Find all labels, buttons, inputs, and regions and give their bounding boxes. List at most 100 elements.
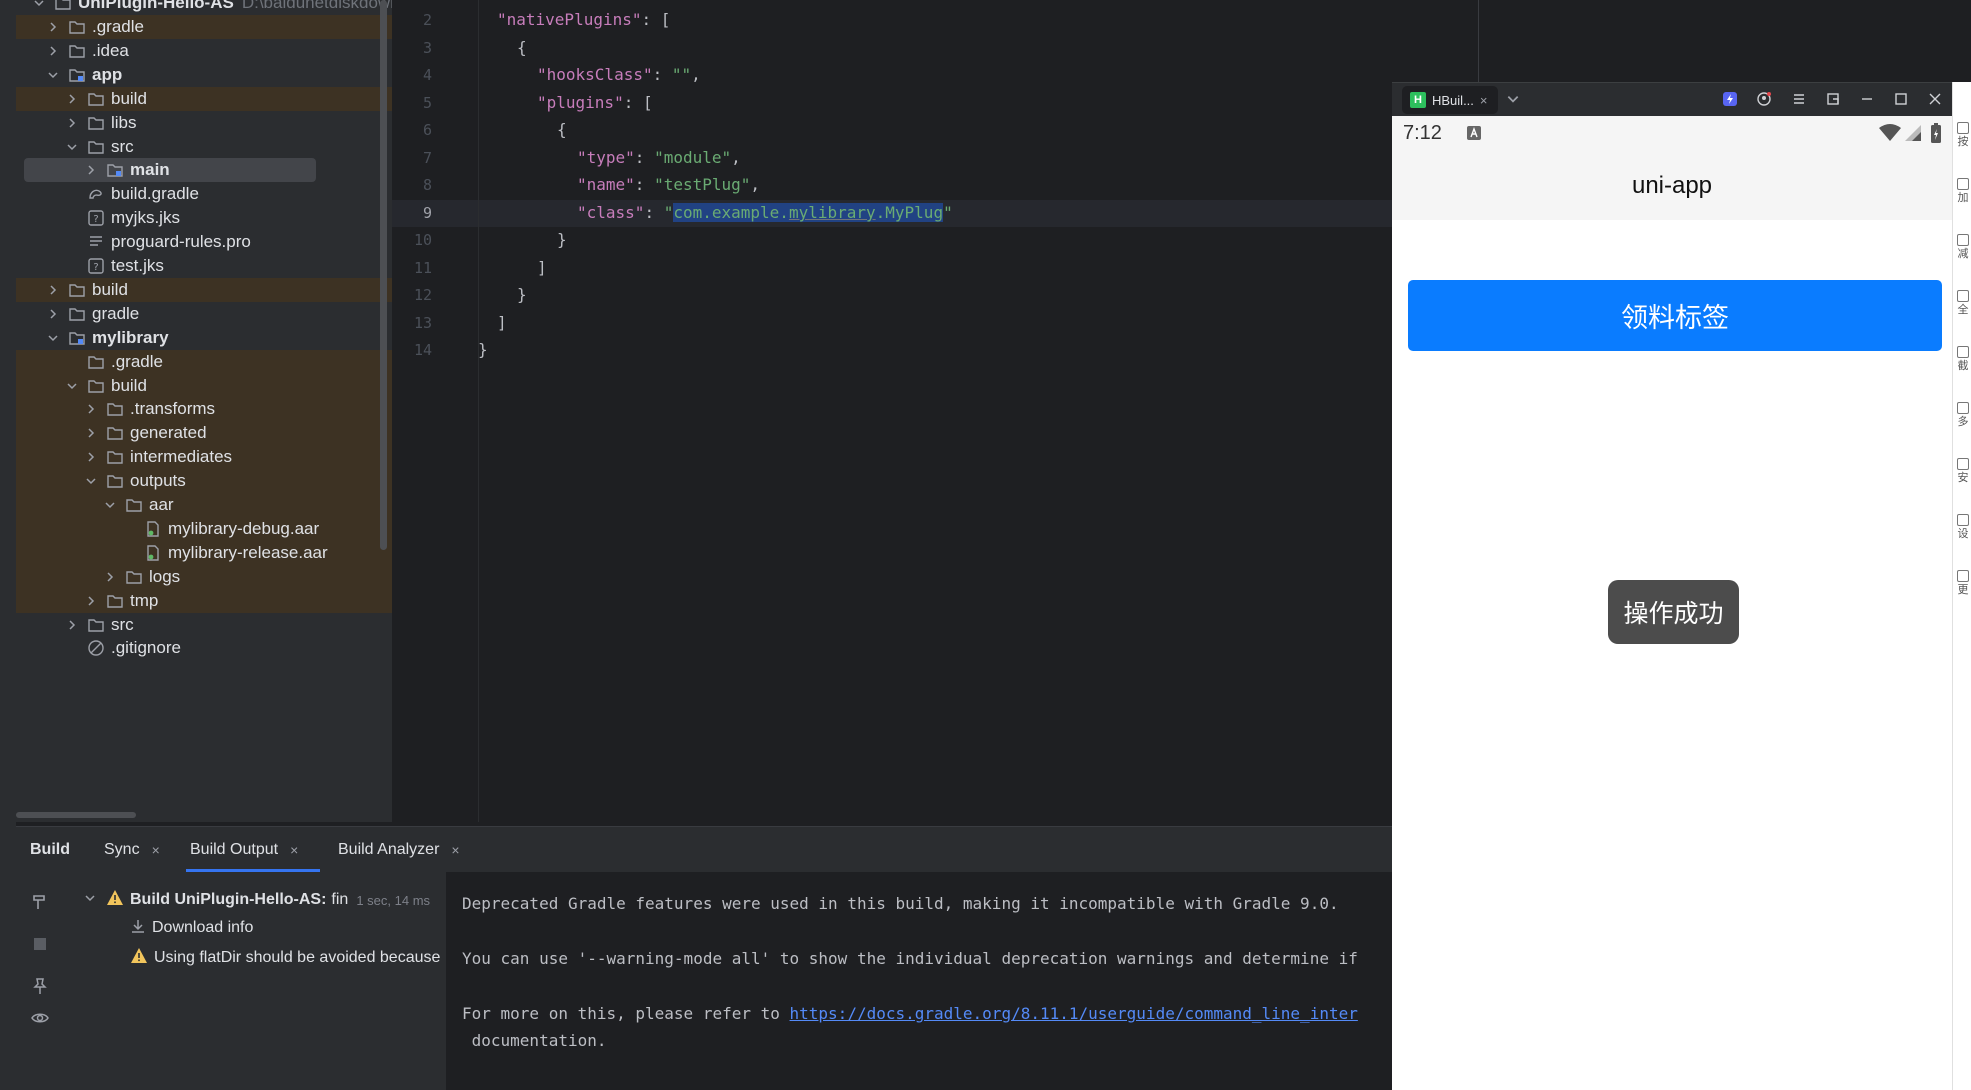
build-tree-root[interactable]: Build UniPlugin-Hello-AS: fin 1 sec, 14 … [84, 886, 430, 914]
minimize-icon[interactable] [1858, 90, 1876, 108]
chevron-down-icon[interactable] [84, 891, 98, 909]
close-icon[interactable]: × [1480, 93, 1488, 108]
code-line-14[interactable]: } [478, 340, 488, 359]
tree-item[interactable]: tmp [16, 588, 392, 613]
chevron-right-icon[interactable] [65, 92, 79, 106]
tree-item[interactable]: build [16, 373, 392, 398]
tree-item[interactable]: build [16, 277, 392, 302]
chevron-down-icon[interactable] [84, 474, 98, 488]
tree-item[interactable]: src [16, 135, 392, 159]
build-tree[interactable]: Build UniPlugin-Hello-AS: fin 1 sec, 14 … [56, 872, 446, 1090]
chevron-down-icon[interactable] [32, 0, 46, 10]
chevron-right-icon[interactable] [65, 618, 79, 632]
chevron-down-icon[interactable] [46, 68, 60, 82]
chevron-right-icon[interactable] [84, 402, 98, 416]
close-icon[interactable]: × [451, 842, 459, 858]
project-tree[interactable]: UniPlugin-Hello-AS D:\baidunetdiskdown .… [16, 0, 392, 822]
material-label-button[interactable]: 领料标签 [1408, 280, 1942, 351]
chevron-right-icon[interactable] [46, 20, 60, 34]
tree-item[interactable]: proguard-rules.pro [16, 230, 392, 254]
tab-build[interactable]: Build [30, 827, 70, 873]
chevron-down-icon[interactable] [46, 331, 60, 345]
chevron-right-icon[interactable] [46, 44, 60, 58]
code-line-11[interactable]: ] [537, 258, 547, 277]
maximize-icon[interactable] [1892, 90, 1910, 108]
tree-item[interactable]: libs [16, 111, 392, 135]
menu-icon[interactable] [1790, 90, 1808, 108]
chevron-right-icon[interactable] [46, 283, 60, 297]
code-line-5[interactable]: "plugins": [ [537, 93, 653, 112]
tree-item[interactable]: .idea [16, 39, 392, 63]
chevron-right-icon[interactable] [103, 570, 117, 584]
code-line-10[interactable]: } [557, 230, 567, 249]
code-line-13[interactable]: ] [497, 313, 507, 332]
emulator-tool-item[interactable]: 减 [1955, 234, 1971, 261]
preview-tab[interactable]: H HBuil... × [1402, 86, 1498, 114]
tree-scrollbar[interactable] [380, 0, 387, 550]
emulator-tool-item[interactable]: 加 [1955, 178, 1971, 205]
emulator-tool-item[interactable]: 多 [1955, 402, 1971, 429]
tree-item[interactable]: generated [16, 421, 392, 446]
code-editor[interactable] [392, 0, 1392, 822]
tree-item[interactable]: ? myjks.jks [16, 206, 392, 230]
chevron-right-icon[interactable] [84, 594, 98, 608]
popout-icon[interactable] [1824, 90, 1842, 108]
code-line-12[interactable]: } [517, 285, 527, 304]
tree-item[interactable]: mylibrary-release.aar [16, 540, 392, 565]
chevron-down-icon[interactable] [1504, 90, 1522, 108]
tree-item[interactable]: ? test.jks [16, 254, 392, 278]
tree-item[interactable]: mylibrary [16, 326, 392, 350]
emulator-tool-item[interactable]: 按 [1955, 122, 1971, 149]
code-line-6[interactable]: { [557, 120, 567, 139]
tree-item[interactable]: outputs [16, 469, 392, 494]
code-line-3[interactable]: { [517, 38, 527, 57]
code-line-8[interactable]: "name": "testPlug", [577, 175, 760, 194]
tree-item[interactable]: src [16, 613, 392, 637]
tree-item[interactable]: gradle [16, 302, 392, 326]
close-icon[interactable]: × [152, 842, 160, 858]
tree-item[interactable]: main [24, 158, 316, 183]
emulator-tool-item[interactable]: 安 [1955, 458, 1971, 485]
code-line-2[interactable]: "nativePlugins": [ [497, 10, 670, 29]
close-icon[interactable]: × [290, 842, 298, 858]
hammer-icon[interactable] [30, 892, 50, 912]
tab-build-analyzer[interactable]: Build Analyzer × [338, 827, 460, 873]
chevron-right-icon[interactable] [84, 426, 98, 440]
tree-item[interactable]: aar [16, 493, 392, 517]
tree-item[interactable]: .transforms [16, 397, 392, 422]
emulator-tool-item[interactable]: 全 [1955, 290, 1971, 317]
code-line-4[interactable]: "hooksClass": "", [537, 65, 701, 84]
tree-item[interactable]: .gitignore [16, 636, 392, 660]
tree-item[interactable]: logs [16, 564, 392, 589]
chevron-down-icon[interactable] [103, 498, 117, 512]
chevron-down-icon[interactable] [65, 140, 79, 154]
emulator-tool-item[interactable]: 更 [1955, 570, 1971, 597]
stop-icon[interactable] [30, 934, 50, 954]
chevron-down-icon[interactable] [65, 379, 79, 393]
tree-item[interactable]: app [16, 63, 392, 87]
tree-item[interactable]: mylibrary-debug.aar [16, 516, 392, 541]
chevron-right-icon[interactable] [46, 307, 60, 321]
tree-item[interactable]: .gradle [16, 349, 392, 374]
build-tree-warning[interactable]: Using flatDir should be avoided because [130, 944, 440, 972]
eye-icon[interactable] [30, 1008, 50, 1028]
pin-icon[interactable] [30, 976, 50, 996]
code-line-9[interactable]: "class": "com.example.mylibrary.MyPlug" [577, 203, 953, 222]
code-line-7[interactable]: "type": "module", [577, 148, 741, 167]
bolt-icon[interactable] [1721, 90, 1739, 108]
tab-sync[interactable]: Sync × [104, 827, 160, 873]
chevron-right-icon[interactable] [84, 450, 98, 464]
chevron-right-icon[interactable] [84, 163, 98, 177]
emulator-tool-item[interactable]: 截 [1955, 346, 1971, 373]
close-window-icon[interactable] [1926, 90, 1944, 108]
emulator-tool-item[interactable]: 设 [1955, 514, 1971, 541]
account-icon[interactable] [1755, 90, 1773, 108]
tree-item[interactable]: .gradle [16, 15, 392, 39]
tree-item[interactable]: build.gradle [16, 182, 392, 206]
tree-item[interactable]: build [16, 86, 392, 111]
tab-build-output[interactable]: Build Output × [190, 827, 298, 873]
build-tree-download[interactable]: Download info [130, 914, 253, 942]
docs-link[interactable]: https://docs.gradle.org/8.11.1/userguide… [790, 1004, 1358, 1023]
tree-item[interactable]: intermediates [16, 445, 392, 470]
tree-horizontal-scrollbar[interactable] [16, 812, 136, 818]
